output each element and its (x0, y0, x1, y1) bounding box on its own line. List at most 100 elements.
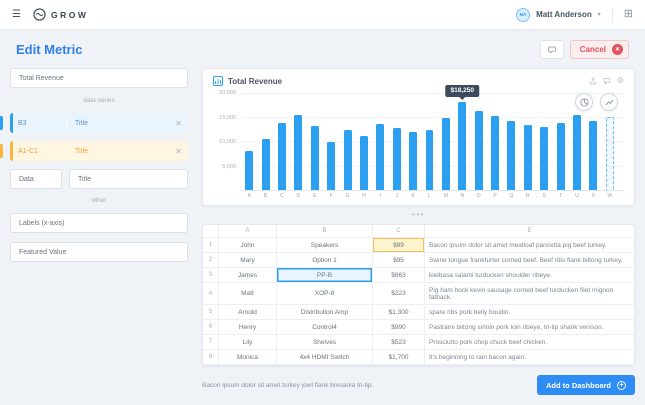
table-cell[interactable]: $99 (373, 238, 425, 253)
bar[interactable] (458, 102, 466, 191)
line-chart-type-button[interactable] (600, 93, 618, 111)
bar-slot[interactable] (554, 93, 566, 190)
row-number[interactable]: 6 (203, 320, 219, 335)
series-title[interactable]: Title (66, 120, 169, 127)
table-cell[interactable]: $1,700 (373, 350, 425, 365)
table-cell[interactable]: PP-B (277, 268, 373, 283)
series-row-b3[interactable]: B3 Title ✕ (10, 113, 188, 133)
series-range[interactable]: A1-C1 (10, 148, 66, 155)
row-number[interactable]: 1 (203, 238, 219, 253)
column-header[interactable]: A (219, 225, 277, 238)
bar[interactable] (442, 118, 450, 190)
apps-grid-icon[interactable]: ⊞ (624, 9, 633, 20)
bar-slot[interactable] (374, 93, 386, 190)
bar-slot[interactable] (472, 93, 484, 190)
row-number[interactable]: 3 (203, 268, 219, 283)
bar-slot[interactable] (259, 93, 271, 190)
bar-slot[interactable] (391, 93, 403, 190)
table-cell[interactable]: Swine tongue frankfurter corned beef. Be… (425, 253, 634, 268)
bar-slot[interactable] (505, 93, 517, 190)
bar[interactable] (376, 124, 384, 190)
table-cell[interactable]: XOP-8 (277, 283, 373, 305)
bar[interactable] (589, 121, 597, 190)
table-cell[interactable]: Mary (219, 253, 277, 268)
featured-value-input[interactable]: Featured Value (10, 242, 188, 262)
table-cell[interactable]: Arnold (219, 305, 277, 320)
bar[interactable] (262, 139, 270, 190)
bar[interactable] (245, 151, 253, 190)
series-row-a1-c1[interactable]: A1-C1 Title ✕ (10, 141, 188, 161)
bar[interactable] (557, 123, 565, 190)
bar-slot[interactable] (522, 93, 534, 190)
bar[interactable] (344, 130, 352, 190)
table-cell[interactable]: Pastrami biltong sirloin pork loin ribey… (425, 320, 634, 335)
bar[interactable] (294, 115, 302, 190)
table-cell[interactable]: John (219, 238, 277, 253)
series-range-input[interactable]: Data (10, 169, 62, 189)
series-title-input[interactable]: Title (69, 169, 188, 189)
bar-dashed[interactable] (606, 117, 614, 190)
labels-x-axis-input[interactable]: Labels (x-axis) (10, 213, 188, 233)
row-number[interactable]: 7 (203, 335, 219, 350)
share-icon[interactable] (589, 77, 597, 85)
bar-slot[interactable] (309, 93, 321, 190)
table-cell[interactable]: Matt (219, 283, 277, 305)
table-cell[interactable]: Shelves (277, 335, 373, 350)
table-cell[interactable]: kielbasa salami turducken shoulder ribey… (425, 268, 634, 283)
bar[interactable] (426, 130, 434, 190)
table-cell[interactable]: Distribution Amp (277, 305, 373, 320)
table-cell[interactable]: $863 (373, 268, 425, 283)
bar[interactable] (507, 121, 515, 190)
table-cell[interactable]: Control4 (277, 320, 373, 335)
table-cell[interactable]: Monica (219, 350, 277, 365)
table-cell[interactable]: $95 (373, 253, 425, 268)
table-cell[interactable]: $523 (373, 335, 425, 350)
series-range[interactable]: B3 (10, 120, 66, 127)
bar[interactable] (573, 115, 581, 190)
table-cell[interactable]: Speakers (277, 238, 373, 253)
table-cell[interactable]: Henry (219, 320, 277, 335)
table-cell[interactable]: Pig ham hock kevin sausage corned beef t… (425, 283, 634, 305)
user-avatar[interactable]: MA (516, 8, 530, 22)
remove-series-icon[interactable]: ✕ (169, 119, 188, 128)
bar-slot[interactable] (538, 93, 550, 190)
bar-slot[interactable] (276, 93, 288, 190)
row-number[interactable]: 8 (203, 350, 219, 365)
bar-slot[interactable] (407, 93, 419, 190)
bar-slot[interactable] (243, 93, 255, 190)
remove-series-icon[interactable]: ✕ (169, 147, 188, 156)
bar-slot[interactable] (489, 93, 501, 190)
row-number[interactable]: 5 (203, 305, 219, 320)
bar-slot[interactable]: $18,250 (456, 93, 468, 190)
table-cell[interactable]: James (219, 268, 277, 283)
column-header[interactable]: C (373, 225, 425, 238)
gear-icon[interactable]: ⚙ (617, 77, 624, 85)
table-cell[interactable]: It's beginning to rain bacon again. (425, 350, 634, 365)
bar-slot[interactable] (440, 93, 452, 190)
column-header[interactable]: B (277, 225, 373, 238)
cancel-button[interactable]: Cancel ✕ (570, 40, 629, 59)
bar[interactable] (327, 142, 335, 190)
table-cell[interactable]: Lily (219, 335, 277, 350)
bar-slot[interactable] (423, 93, 435, 190)
table-cell[interactable]: Option 1 (277, 253, 373, 268)
table-cell[interactable]: Bacon ipsum dolor sit amet meatloaf panc… (425, 238, 634, 253)
add-to-dashboard-button[interactable]: Add to Dashboard + (537, 375, 635, 395)
table-cell[interactable]: 4x4 HDMI Switch (277, 350, 373, 365)
bar[interactable] (524, 125, 532, 190)
bar[interactable] (409, 132, 417, 190)
table-cell[interactable]: $990 (373, 320, 425, 335)
row-number[interactable]: 4 (203, 283, 219, 305)
bar-slot[interactable] (358, 93, 370, 190)
column-header[interactable]: E (425, 225, 634, 238)
bar[interactable] (540, 127, 548, 190)
comment-button[interactable] (540, 40, 564, 59)
table-cell[interactable]: $1,300 (373, 305, 425, 320)
table-cell[interactable]: Prosciutto pork chop chuck beef chicken. (425, 335, 634, 350)
pie-chart-type-button[interactable] (575, 93, 593, 111)
series-title[interactable]: Title (66, 148, 169, 155)
bar-slot[interactable] (341, 93, 353, 190)
grow-logo[interactable]: GROW (33, 8, 88, 21)
row-number[interactable]: 2 (203, 253, 219, 268)
bar[interactable] (278, 123, 286, 190)
